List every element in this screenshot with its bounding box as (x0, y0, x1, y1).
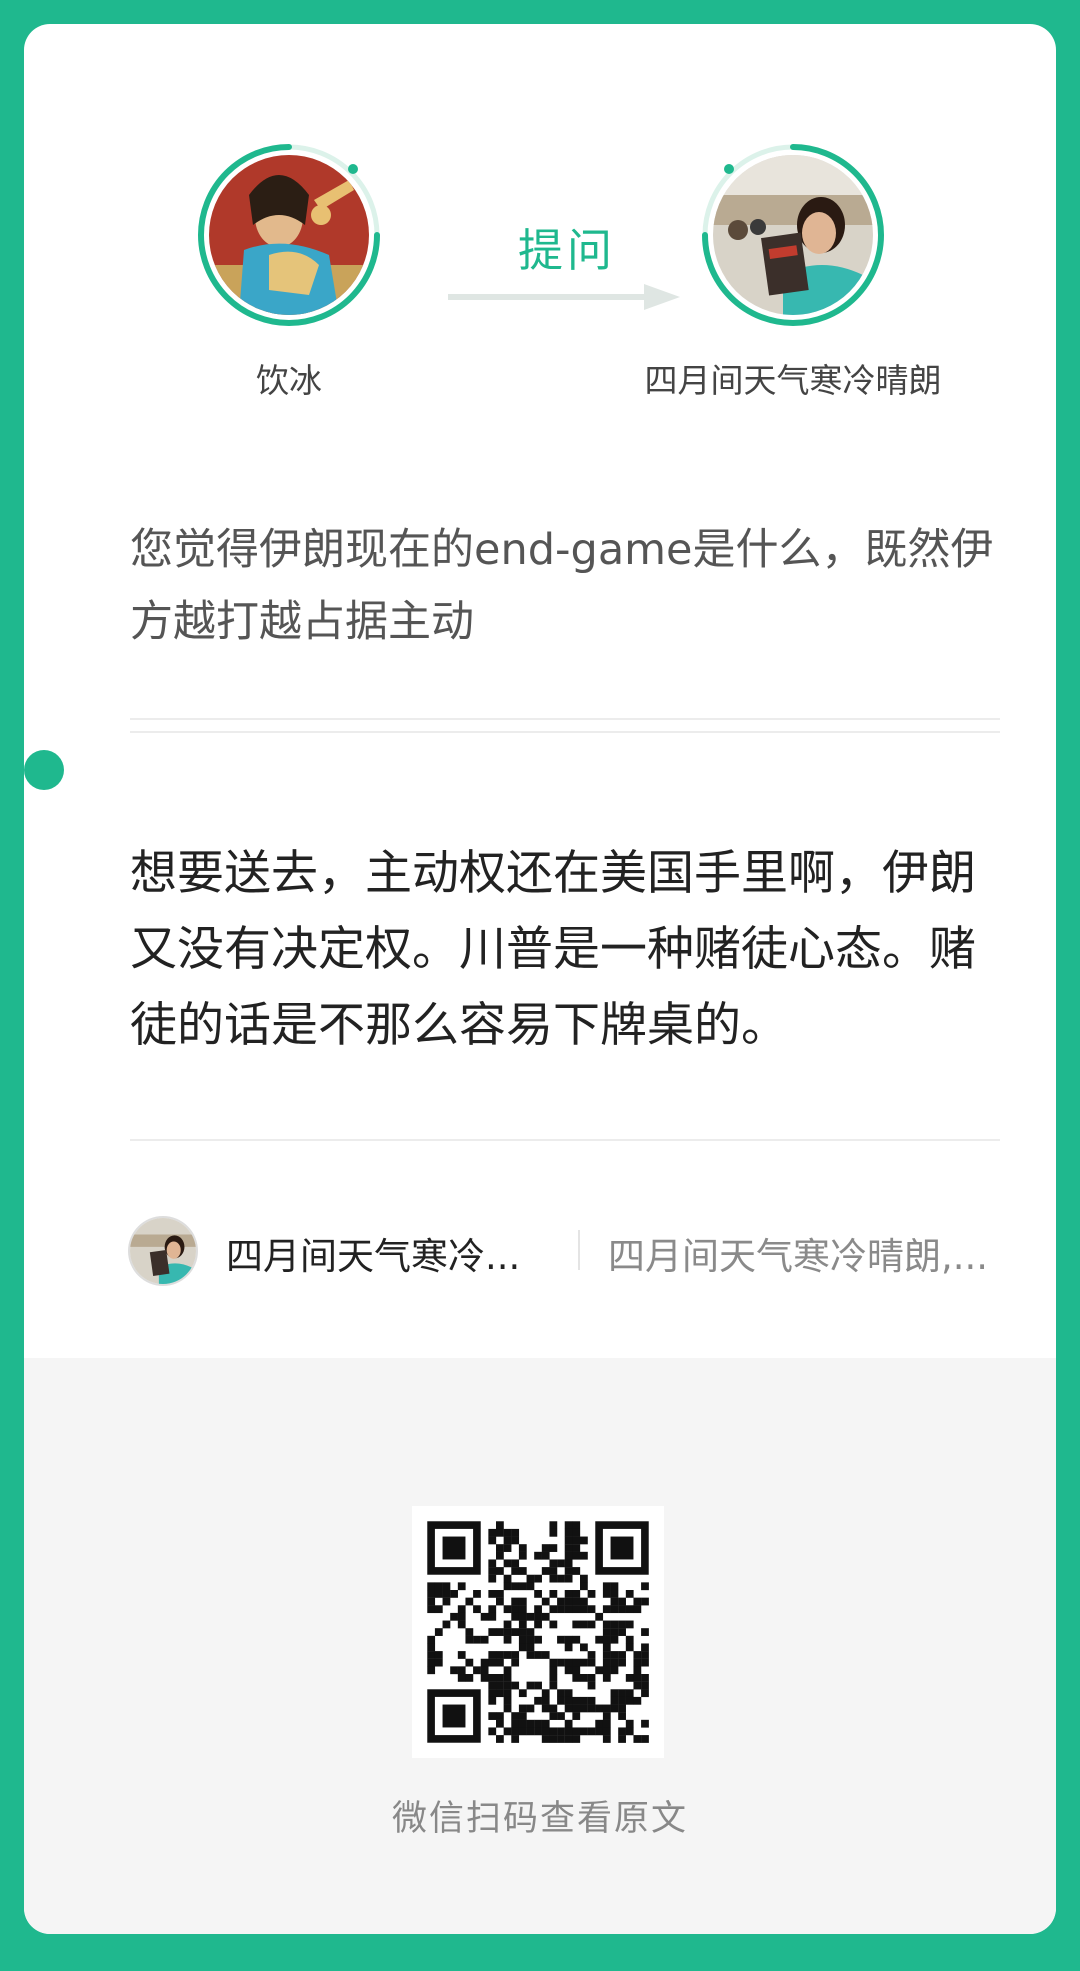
divider-top (130, 718, 1000, 720)
author-name[interactable]: 四月间天气寒冷... (226, 1226, 526, 1280)
author-row[interactable]: 四月间天气寒冷... 四月间天气寒冷晴朗,... (130, 1216, 1000, 1286)
question-text: 您觉得伊朗现在的end-game是什么，既然伊方越打越占据主动 (130, 525, 994, 647)
author-separator (578, 1230, 580, 1270)
answerer-avatar[interactable] (700, 142, 886, 328)
asker-name[interactable]: 饮冰 (196, 354, 382, 402)
author-avatar[interactable] (130, 1218, 196, 1284)
divider-top-2 (130, 731, 1000, 733)
share-card: 饮冰 提问 四月间天气寒冷晴朗 您觉得伊朗现在的end-game是什么，既然伊方… (24, 24, 1056, 1934)
answer-text: 想要送去，主动权还在美国手里啊，伊朗又没有决定权。川普是一种赌徒心态。赌徒的话是… (130, 846, 976, 1053)
author-description: 四月间天气寒冷晴朗,... (608, 1235, 989, 1278)
answerer-name[interactable]: 四月间天气寒冷晴朗 (624, 354, 962, 402)
divider-bottom (130, 1139, 1000, 1141)
arrow-right-icon (448, 284, 680, 310)
asker-avatar-image (209, 155, 369, 315)
qr-code[interactable] (412, 1506, 664, 1758)
scan-hint: 微信扫码查看原文 (391, 1799, 688, 1839)
footer: 微信扫码查看原文 (24, 1358, 1056, 1934)
ask-label: 提问 (518, 224, 617, 277)
asker-avatar[interactable] (196, 142, 382, 328)
card-notch-left (24, 750, 64, 790)
answerer-avatar-image (713, 155, 873, 315)
